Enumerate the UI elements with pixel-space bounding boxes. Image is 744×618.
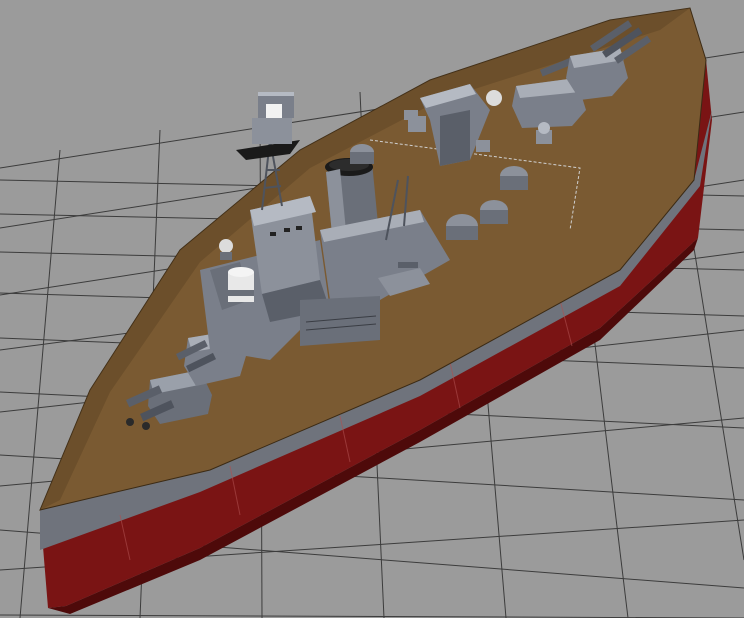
viewport-canvas[interactable] bbox=[0, 0, 744, 618]
aa-mount-1 bbox=[404, 110, 418, 120]
3d-viewport[interactable] bbox=[0, 0, 744, 618]
searchlight-left bbox=[219, 239, 233, 260]
secondary-turret-4[interactable] bbox=[500, 166, 528, 190]
secondary-turret-2[interactable] bbox=[446, 214, 478, 240]
secondary-turret-5[interactable] bbox=[350, 144, 374, 164]
fire-control-director bbox=[228, 267, 254, 302]
secondary-turret-3[interactable] bbox=[480, 200, 508, 224]
aa-mount-3 bbox=[476, 140, 490, 152]
